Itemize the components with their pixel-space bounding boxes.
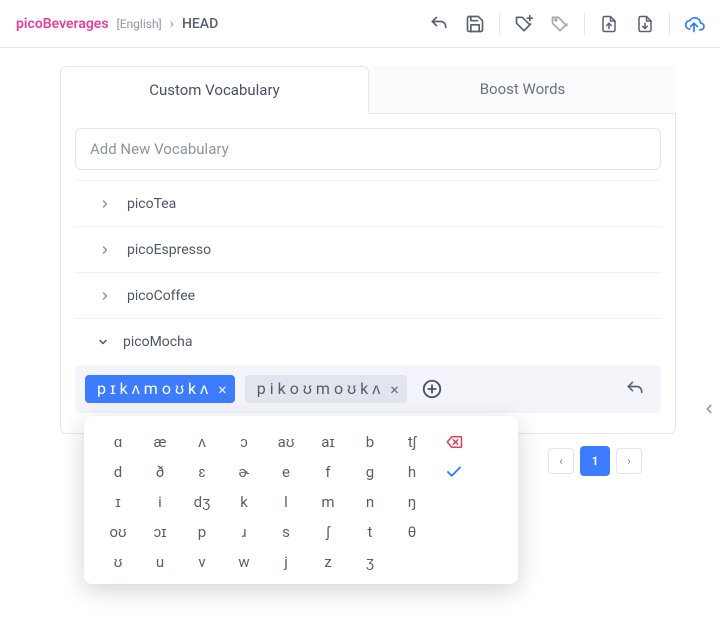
add-vocabulary-input[interactable]: Add New Vocabulary	[75, 128, 661, 170]
ipa-symbol[interactable]: ʒ	[350, 548, 390, 576]
ipa-symbol[interactable]: e	[266, 458, 306, 486]
ipa-symbol[interactable]: s	[266, 518, 306, 546]
undo-icon[interactable]	[421, 6, 457, 42]
cloud-upload-icon[interactable]	[676, 6, 712, 42]
tab-boost-words[interactable]: Boost Words	[369, 66, 676, 113]
ipa-symbol[interactable]: ʊ	[98, 548, 138, 576]
ipa-symbol[interactable]: tʃ	[392, 428, 432, 456]
ipa-symbol[interactable]: ð	[140, 458, 180, 486]
brand-name[interactable]: picoBeverages	[16, 16, 109, 32]
vocab-row[interactable]: picoTea	[75, 180, 661, 226]
pronunciation-chip[interactable]: pikoʊmoʊkʌ ×	[245, 375, 407, 403]
chevron-right-icon	[97, 244, 113, 256]
ipa-symbol[interactable]: v	[182, 548, 222, 576]
add-vocabulary-placeholder: Add New Vocabulary	[90, 140, 229, 158]
tag-icon[interactable]	[542, 6, 578, 42]
pronunciation-chip-active[interactable]: pɪkʌmoʊkʌ ×	[85, 375, 235, 403]
backspace-icon[interactable]	[434, 428, 474, 456]
page-prev[interactable]: ‹	[548, 448, 574, 474]
ipa-symbol[interactable]: i	[140, 488, 180, 516]
ipa-symbol[interactable]: ɛ	[182, 458, 222, 486]
ipa-symbol[interactable]: m	[308, 488, 348, 516]
ipa-symbol[interactable]: aɪ	[308, 428, 348, 456]
collapse-handle-icon[interactable]	[702, 400, 716, 418]
page-number[interactable]: 1	[580, 446, 610, 476]
pronunciation-bar: pɪkʌmoʊkʌ × pikoʊmoʊkʌ ×	[75, 365, 661, 413]
add-pronunciation-button[interactable]	[417, 374, 447, 404]
tag-add-icon[interactable]	[506, 6, 542, 42]
ipa-symbol[interactable]: n	[350, 488, 390, 516]
ipa-symbol[interactable]: t	[350, 518, 390, 546]
ipa-symbol[interactable]: u	[140, 548, 180, 576]
pagination: ‹ 1 ›	[548, 446, 642, 476]
ipa-empty	[392, 548, 432, 576]
confirm-icon[interactable]	[434, 458, 474, 486]
revert-icon[interactable]	[619, 373, 651, 405]
ipa-symbol[interactable]: z	[308, 548, 348, 576]
ipa-symbol[interactable]: ŋ	[392, 488, 432, 516]
file-export-icon[interactable]	[627, 6, 663, 42]
ipa-symbol[interactable]: l	[266, 488, 306, 516]
chevron-right-icon	[97, 198, 113, 210]
save-icon[interactable]	[457, 6, 493, 42]
vocab-label: picoMocha	[123, 334, 192, 350]
chevron-right-icon	[97, 290, 113, 302]
vocab-label: picoEspresso	[127, 242, 211, 258]
breadcrumb: picoBeverages [English] › HEAD	[16, 16, 218, 32]
ipa-empty	[434, 518, 474, 546]
ipa-symbol[interactable]: ʌ	[182, 428, 222, 456]
ipa-symbol[interactable]: w	[224, 548, 264, 576]
ipa-symbol[interactable]: æ	[140, 428, 180, 456]
chip-remove-icon[interactable]: ×	[218, 380, 227, 399]
ipa-symbol[interactable]: aʊ	[266, 428, 306, 456]
ipa-symbol[interactable]: k	[224, 488, 264, 516]
ipa-symbol[interactable]: ɔ	[224, 428, 264, 456]
ipa-symbol[interactable]: ʃ	[308, 518, 348, 546]
vocab-row[interactable]: picoCoffee	[75, 272, 661, 318]
ipa-symbol[interactable]: b	[350, 428, 390, 456]
ipa-empty	[434, 548, 474, 576]
ipa-symbol[interactable]: ɔɪ	[140, 518, 180, 546]
ipa-symbol[interactable]: g	[350, 458, 390, 486]
ipa-symbol[interactable]: ɚ	[224, 458, 264, 486]
ipa-symbol[interactable]: f	[308, 458, 348, 486]
chip-text: pikoʊmoʊkʌ	[257, 379, 385, 399]
ipa-symbol[interactable]: oʊ	[98, 518, 138, 546]
vocab-label: picoCoffee	[127, 288, 195, 304]
vocab-label: picoTea	[127, 196, 176, 212]
chevron-down-icon	[97, 336, 109, 348]
breadcrumb-head: HEAD	[182, 16, 218, 32]
vocab-row-expanded[interactable]: picoMocha	[75, 319, 661, 365]
chip-text: pɪkʌmoʊkʌ	[97, 379, 212, 399]
file-import-icon[interactable]	[591, 6, 627, 42]
tab-custom-vocabulary[interactable]: Custom Vocabulary	[60, 66, 369, 114]
page-next[interactable]: ›	[616, 448, 642, 474]
ipa-symbol[interactable]: ɹ	[224, 518, 264, 546]
ipa-picker: ɑæʌɔaʊaɪbtʃ dðɛɚefgh ɪidʒklmnŋ oʊɔɪpɹsʃtθ ʊu…	[84, 416, 518, 584]
ipa-symbol[interactable]: θ	[392, 518, 432, 546]
ipa-symbol[interactable]: ɪ	[98, 488, 138, 516]
ipa-symbol[interactable]: dʒ	[182, 488, 222, 516]
ipa-symbol[interactable]: j	[266, 548, 306, 576]
vocab-row[interactable]: picoEspresso	[75, 226, 661, 272]
breadcrumb-separator: ›	[170, 16, 174, 32]
ipa-symbol[interactable]: p	[182, 518, 222, 546]
ipa-empty	[434, 488, 474, 516]
ipa-symbol[interactable]: h	[392, 458, 432, 486]
ipa-symbol[interactable]: ɑ	[98, 428, 138, 456]
brand-language: [English]	[117, 17, 162, 31]
chip-remove-icon[interactable]: ×	[390, 380, 399, 399]
ipa-symbol[interactable]: d	[98, 458, 138, 486]
